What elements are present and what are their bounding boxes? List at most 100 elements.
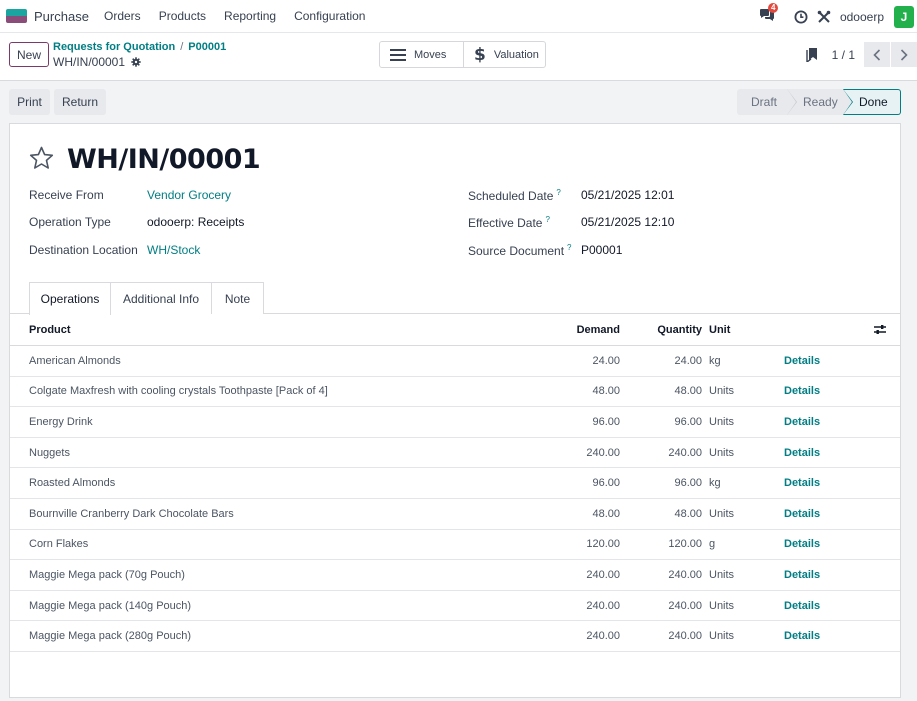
demand-cell[interactable]: 120.00 — [586, 530, 620, 560]
unit-cell[interactable]: Units — [709, 591, 734, 621]
unit-cell[interactable]: Units — [709, 407, 734, 437]
breadcrumb-rfq[interactable]: Requests for Quotation — [53, 41, 175, 53]
bookmark-icon[interactable] — [805, 47, 818, 62]
demand-cell[interactable]: 48.00 — [592, 377, 620, 407]
pager-value[interactable]: 1 / 1 — [832, 48, 855, 62]
header-unit[interactable]: Unit — [709, 314, 730, 345]
return-button[interactable]: Return — [54, 89, 106, 115]
details-link[interactable]: Details — [784, 560, 820, 590]
unit-cell[interactable]: Units — [709, 560, 734, 590]
chat-icon[interactable]: 4 — [759, 2, 779, 26]
details-link[interactable]: Details — [784, 407, 820, 437]
unit-cell[interactable]: Units — [709, 377, 734, 407]
product-cell[interactable]: Corn Flakes — [29, 530, 88, 560]
quantity-cell[interactable]: 96.00 — [674, 407, 702, 437]
moves-smart-button[interactable]: Moves — [380, 42, 463, 67]
unit-cell[interactable]: kg — [709, 468, 721, 498]
menu-products[interactable]: Products — [159, 9, 206, 23]
destination-location-value[interactable]: WH/Stock — [147, 243, 200, 257]
product-cell[interactable]: American Almonds — [29, 346, 121, 376]
details-link[interactable]: Details — [784, 621, 820, 651]
table-row[interactable]: Maggie Mega pack (70g Pouch) 240.00 240.00… — [10, 560, 900, 591]
demand-cell[interactable]: 240.00 — [586, 621, 620, 651]
table-row[interactable]: Maggie Mega pack (280g Pouch) 240.00 240.0… — [10, 621, 900, 652]
menu-configuration[interactable]: Configuration — [294, 9, 365, 23]
demand-cell[interactable]: 240.00 — [586, 560, 620, 590]
table-row[interactable]: American Almonds 24.00 24.00 kg Details — [10, 346, 900, 377]
product-cell[interactable]: Colgate Maxfresh with cooling crystals T… — [29, 377, 328, 407]
table-row[interactable]: Colgate Maxfresh with cooling crystals T… — [10, 377, 900, 408]
unit-cell[interactable]: Units — [709, 438, 734, 468]
table-row[interactable]: Maggie Mega pack (140g Pouch) 240.00 240.0… — [10, 591, 900, 622]
print-button[interactable]: Print — [9, 89, 50, 115]
user-name[interactable]: odooerp — [840, 10, 884, 24]
app-name[interactable]: Purchase — [34, 9, 89, 24]
header-product[interactable]: Product — [29, 314, 71, 345]
pager-next-button[interactable] — [891, 42, 917, 67]
demand-cell[interactable]: 240.00 — [586, 591, 620, 621]
details-link[interactable]: Details — [784, 468, 820, 498]
quantity-cell[interactable]: 96.00 — [674, 468, 702, 498]
product-cell[interactable]: Maggie Mega pack (140g Pouch) — [29, 591, 191, 621]
quantity-cell[interactable]: 240.00 — [668, 560, 702, 590]
quantity-cell[interactable]: 120.00 — [668, 530, 702, 560]
demand-cell[interactable]: 48.00 — [592, 499, 620, 529]
product-cell[interactable]: Nuggets — [29, 438, 70, 468]
details-link[interactable]: Details — [784, 438, 820, 468]
details-link[interactable]: Details — [784, 377, 820, 407]
details-link[interactable]: Details — [784, 499, 820, 529]
gear-icon[interactable] — [131, 57, 141, 67]
optional-columns-toggle[interactable] — [874, 314, 886, 345]
new-button[interactable]: New — [9, 42, 49, 67]
details-link[interactable]: Details — [784, 530, 820, 560]
table-row[interactable]: Corn Flakes 120.00 120.00 g Details — [10, 530, 900, 561]
quantity-cell[interactable]: 48.00 — [674, 499, 702, 529]
tab-note[interactable]: Note — [212, 282, 264, 314]
source-document-value[interactable]: P00001 — [581, 243, 622, 257]
star-icon[interactable] — [29, 146, 54, 170]
unit-cell[interactable]: kg — [709, 346, 721, 376]
demand-cell[interactable]: 240.00 — [586, 438, 620, 468]
demand-cell[interactable]: 96.00 — [592, 468, 620, 498]
product-cell[interactable]: Energy Drink — [29, 407, 93, 437]
quantity-cell[interactable]: 240.00 — [668, 621, 702, 651]
user-avatar[interactable]: J — [894, 5, 914, 28]
help-icon[interactable]: ? — [567, 243, 571, 252]
table-row[interactable]: Roasted Almonds 96.00 96.00 kg Details — [10, 468, 900, 499]
quantity-cell[interactable]: 240.00 — [668, 591, 702, 621]
quantity-cell[interactable]: 240.00 — [668, 438, 702, 468]
stage-draft[interactable]: Draft — [737, 89, 797, 115]
table-row[interactable]: Bournville Cranberry Dark Chocolate Bars… — [10, 499, 900, 530]
table-row[interactable]: Nuggets 240.00 240.00 Units Details — [10, 438, 900, 469]
help-icon[interactable]: ? — [556, 188, 560, 197]
purchase-app-icon[interactable] — [6, 9, 27, 23]
tab-operations[interactable]: Operations — [29, 282, 111, 315]
header-quantity[interactable]: Quantity — [657, 314, 702, 345]
unit-cell[interactable]: g — [709, 530, 715, 560]
demand-cell[interactable]: 96.00 — [592, 407, 620, 437]
valuation-smart-button[interactable]: $ Valuation — [463, 42, 545, 67]
menu-reporting[interactable]: Reporting — [224, 9, 276, 23]
help-icon[interactable]: ? — [545, 215, 549, 224]
effective-date-value[interactable]: 05/21/2025 12:10 — [581, 215, 674, 229]
product-cell[interactable]: Maggie Mega pack (70g Pouch) — [29, 560, 185, 590]
unit-cell[interactable]: Units — [709, 499, 734, 529]
quantity-cell[interactable]: 48.00 — [674, 377, 702, 407]
product-cell[interactable]: Maggie Mega pack (280g Pouch) — [29, 621, 191, 651]
receive-from-value[interactable]: Vendor Grocery — [147, 188, 231, 202]
operation-type-value[interactable]: odooerp: Receipts — [147, 215, 244, 229]
quantity-cell[interactable]: 24.00 — [674, 346, 702, 376]
details-link[interactable]: Details — [784, 346, 820, 376]
breadcrumb-po[interactable]: P00001 — [188, 41, 226, 53]
scheduled-date-value[interactable]: 05/21/2025 12:01 — [581, 188, 674, 202]
debug-tools-icon[interactable] — [817, 10, 831, 24]
pager-previous-button[interactable] — [864, 42, 890, 67]
demand-cell[interactable]: 24.00 — [592, 346, 620, 376]
product-cell[interactable]: Bournville Cranberry Dark Chocolate Bars — [29, 499, 234, 529]
header-demand[interactable]: Demand — [577, 314, 620, 345]
table-row[interactable]: Energy Drink 96.00 96.00 Units Details — [10, 407, 900, 438]
product-cell[interactable]: Roasted Almonds — [29, 468, 115, 498]
unit-cell[interactable]: Units — [709, 621, 734, 651]
menu-orders[interactable]: Orders — [104, 9, 141, 23]
tab-additional-info[interactable]: Additional Info — [111, 282, 212, 314]
